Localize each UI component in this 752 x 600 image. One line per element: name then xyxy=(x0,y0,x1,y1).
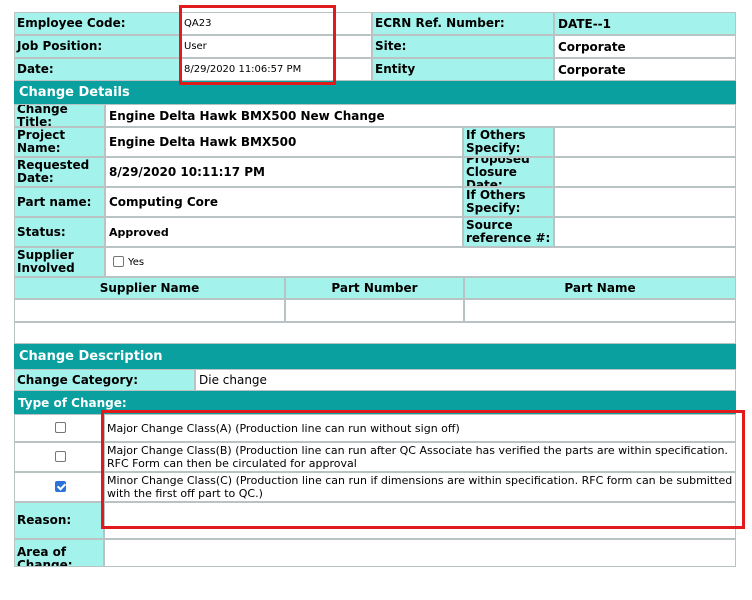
proposed-closure-value[interactable] xyxy=(554,157,736,187)
reason-field[interactable] xyxy=(104,502,736,539)
if-others-label-1: If Others Specify: xyxy=(463,127,554,157)
if-others-label-2: If Others Specify: xyxy=(463,187,554,217)
requested-date-value: 8/29/2020 10:11:17 PM xyxy=(105,157,463,187)
change-category-label-text: Change Category: xyxy=(17,372,139,387)
part-name-label: Part name: xyxy=(14,187,105,217)
part-name-value: Computing Core xyxy=(105,187,463,217)
supplier-involved-field: Yes xyxy=(105,247,736,277)
reason-label: Reason: xyxy=(14,502,104,539)
option-b-label: Major Change Class(B) (Production line c… xyxy=(104,442,736,472)
area-of-change-label-text: Area of Change: xyxy=(17,545,73,567)
source-reference-label: Source reference #: xyxy=(463,217,554,247)
change-category-value: Die change xyxy=(195,369,736,391)
change-category-label: Change Category: xyxy=(14,369,195,391)
site-value: Corporate xyxy=(554,35,736,58)
status-value-text: Approved xyxy=(109,225,169,239)
date-label: Date: xyxy=(14,58,180,81)
if-others-label-1-text: If Others Specify: xyxy=(466,128,526,155)
site-label: Site: xyxy=(372,35,554,58)
ecrn-value-text: DATE--1 xyxy=(558,16,612,31)
option-b-label-text: Major Change Class(B) (Production line c… xyxy=(107,444,728,470)
employee-code-value: QA23 xyxy=(180,12,372,35)
supplier-name-cell[interactable] xyxy=(14,299,285,322)
entity-label: Entity xyxy=(372,58,554,81)
change-description-header-text: Change Description xyxy=(19,349,163,364)
ecrn-label-text: ECRN Ref. Number: xyxy=(375,16,505,30)
reason-label-text: Reason: xyxy=(17,513,72,527)
project-name-label: Project Name: xyxy=(14,127,105,157)
project-name-label-text: Project Name: xyxy=(17,128,66,155)
project-name-value: Engine Delta Hawk BMX500 xyxy=(105,127,463,157)
supplier-involved-label: Supplier Involved xyxy=(14,247,105,277)
requested-date-label: Requested Date: xyxy=(14,157,105,187)
entity-label-text: Entity xyxy=(375,62,416,76)
date-label-text: Date: xyxy=(17,62,54,76)
job-position-value: User xyxy=(180,35,372,58)
part-number-cell[interactable] xyxy=(285,299,464,322)
status-value: Approved xyxy=(105,217,463,247)
option-c-label-text: Minor Change Class(C) (Production line c… xyxy=(107,474,733,500)
source-reference-value[interactable] xyxy=(554,217,736,247)
change-title-label: Change Title: xyxy=(14,104,105,127)
supplier-name-column-header: Supplier Name xyxy=(14,277,285,299)
change-category-value-text: Die change xyxy=(199,373,267,387)
option-b-checkbox-cell xyxy=(14,442,104,472)
status-label-text: Status: xyxy=(17,224,66,239)
status-label: Status: xyxy=(14,217,105,247)
option-c-label: Minor Change Class(C) (Production line c… xyxy=(104,472,736,502)
site-value-text: Corporate xyxy=(558,39,626,54)
site-label-text: Site: xyxy=(375,39,407,53)
option-a-checkbox[interactable] xyxy=(55,422,66,433)
ecrn-label: ECRN Ref. Number: xyxy=(372,12,554,35)
job-position-label-text: Job Position: xyxy=(17,39,103,53)
employee-code-text: QA23 xyxy=(184,18,212,29)
option-a-label: Major Change Class(A) (Production line c… xyxy=(104,414,736,442)
supplier-name-column-text: Supplier Name xyxy=(99,280,200,295)
ecrn-value: DATE--1 xyxy=(554,12,736,35)
change-title-value: Engine Delta Hawk BMX500 New Change xyxy=(105,104,736,127)
entity-value-text: Corporate xyxy=(558,62,626,77)
job-position-text: User xyxy=(184,41,207,52)
proposed-closure-label-text: Proposed Closure Date: xyxy=(466,157,530,187)
if-others-label-2-text: If Others Specify: xyxy=(466,188,526,215)
part-number-column-text: Part Number xyxy=(331,280,418,295)
project-name-value-text: Engine Delta Hawk BMX500 xyxy=(109,135,297,149)
if-others-value-2[interactable] xyxy=(554,187,736,217)
area-of-change-field[interactable] xyxy=(104,539,736,567)
part-name-column-header: Part Name xyxy=(464,277,736,299)
entity-value: Corporate xyxy=(554,58,736,81)
change-title-value-text: Engine Delta Hawk BMX500 New Change xyxy=(109,108,385,123)
requested-date-label-text: Requested Date: xyxy=(17,158,90,185)
type-of-change-label: Type of Change: xyxy=(14,391,736,414)
source-reference-label-text: Source reference #: xyxy=(466,218,551,245)
employee-code-label-text: Employee Code: xyxy=(17,16,126,30)
job-position-label: Job Position: xyxy=(14,35,180,58)
requested-date-value-text: 8/29/2020 10:11:17 PM xyxy=(109,165,265,179)
option-c-checkbox-cell xyxy=(14,472,104,502)
proposed-closure-label: Proposed Closure Date: xyxy=(463,157,554,187)
change-details-header-text: Change Details xyxy=(19,85,130,100)
option-c-checkbox[interactable] xyxy=(55,481,66,492)
area-of-change-label: Area of Change: xyxy=(14,539,104,567)
date-value: 8/29/2020 11:06:57 PM xyxy=(180,58,372,81)
change-description-header: Change Description xyxy=(14,344,736,369)
option-a-label-text: Major Change Class(A) (Production line c… xyxy=(107,421,460,435)
part-name-column-text: Part Name xyxy=(564,280,636,295)
change-title-label-text: Change Title: xyxy=(17,104,68,127)
part-number-column-header: Part Number xyxy=(285,277,464,299)
supplier-yes-label: Yes xyxy=(128,257,145,268)
option-a-checkbox-cell xyxy=(14,414,104,442)
change-details-header: Change Details xyxy=(14,81,736,104)
date-value-text: 8/29/2020 11:06:57 PM xyxy=(184,64,302,75)
part-name-label-text: Part name: xyxy=(17,194,92,209)
supplier-involved-label-text: Supplier Involved xyxy=(17,248,75,275)
part-name-value-text: Computing Core xyxy=(109,195,218,209)
option-b-checkbox[interactable] xyxy=(55,451,66,462)
supplier-yes-checkbox[interactable] xyxy=(113,256,124,267)
employee-code-label: Employee Code: xyxy=(14,12,180,35)
part-name-cell[interactable] xyxy=(464,299,736,322)
supplier-spacer-row xyxy=(14,322,736,344)
type-of-change-label-text: Type of Change: xyxy=(18,395,127,410)
if-others-value-1[interactable] xyxy=(554,127,736,157)
